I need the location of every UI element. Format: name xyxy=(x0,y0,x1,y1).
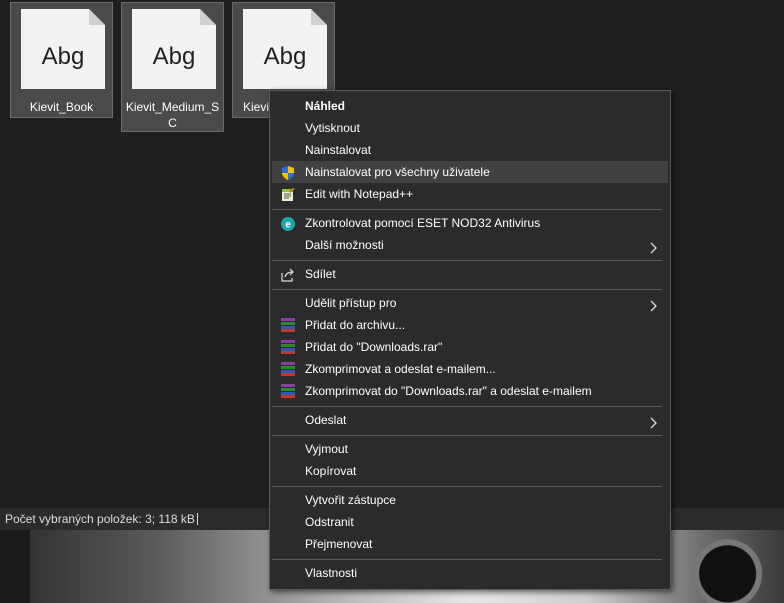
file-name: Kievit_Book xyxy=(29,100,94,114)
context-menu: Náhled Vytisknout Nainstalovat Nainstalo… xyxy=(269,90,671,590)
menu-item-create-shortcut[interactable]: Vytvořit zástupce xyxy=(272,489,668,511)
status-separator xyxy=(197,513,198,525)
notepadpp-icon xyxy=(281,187,295,201)
menu-item-label: Sdílet xyxy=(305,267,336,281)
menu-separator xyxy=(272,406,662,407)
menu-item-cut[interactable]: Vyjmout xyxy=(272,438,668,460)
menu-item-label: Edit with Notepad++ xyxy=(305,187,414,201)
menu-item-label: Odeslat xyxy=(305,413,347,427)
menu-item-label: Nainstalovat pro všechny uživatele xyxy=(305,165,490,179)
chevron-right-icon xyxy=(650,414,658,429)
menu-item-compress-and-email[interactable]: Zkomprimovat a odeslat e-mailem... xyxy=(272,358,668,380)
menu-item-label: Vytvořit zástupce xyxy=(305,493,396,507)
menu-item-label: Zkomprimovat do "Downloads.rar" a odesla… xyxy=(305,384,592,398)
menu-separator xyxy=(272,486,662,487)
chevron-right-icon xyxy=(650,297,658,312)
menu-item-label: Zkontrolovat pomocí ESET NOD32 Antivirus xyxy=(305,216,541,230)
font-file-thumbnail: Abg xyxy=(241,9,329,91)
menu-item-label: Nainstalovat xyxy=(305,143,372,157)
thumbnail-text: Abg xyxy=(152,43,196,70)
menu-item-compress-rar-and-email[interactable]: Zkomprimovat do "Downloads.rar" a odesla… xyxy=(272,380,668,402)
eset-icon: e xyxy=(281,216,295,231)
menu-separator xyxy=(272,559,662,560)
menu-item-rename[interactable]: Přejmenovat xyxy=(272,533,668,555)
file-name: Kievit_Medium_SC xyxy=(125,100,220,130)
menu-item-label: Přidat do "Downloads.rar" xyxy=(305,340,443,354)
menu-item-label: Udělit přístup pro xyxy=(305,296,397,310)
winrar-icon xyxy=(281,318,295,332)
menu-item-label: Přidat do archivu... xyxy=(305,318,406,332)
winrar-icon xyxy=(281,340,295,354)
svg-text:e: e xyxy=(285,220,291,231)
menu-item-install[interactable]: Nainstalovat xyxy=(272,139,668,161)
menu-item-give-access[interactable]: Udělit přístup pro xyxy=(272,292,668,314)
menu-item-preview[interactable]: Náhled xyxy=(272,95,668,117)
menu-item-add-to-downloads-rar[interactable]: Přidat do "Downloads.rar" xyxy=(272,336,668,358)
menu-item-copy[interactable]: Kopírovat xyxy=(272,460,668,482)
menu-item-properties[interactable]: Vlastnosti xyxy=(272,562,668,584)
winrar-icon xyxy=(281,362,295,376)
menu-item-eset-scan[interactable]: e Zkontrolovat pomocí ESET NOD32 Antivir… xyxy=(272,212,668,234)
menu-item-label: Další možnosti xyxy=(305,238,384,252)
font-file-thumbnail: Abg xyxy=(19,9,107,91)
menu-item-label: Vyjmout xyxy=(305,442,348,456)
winrar-icon xyxy=(281,384,295,398)
menu-item-label: Odstranit xyxy=(305,515,354,529)
menu-item-label: Přejmenovat xyxy=(305,537,373,551)
shield-icon xyxy=(281,165,295,180)
thumbnail-text: Abg xyxy=(41,43,85,70)
menu-item-label: Vlastnosti xyxy=(305,566,358,580)
menu-item-add-to-archive[interactable]: Přidat do archivu... xyxy=(272,314,668,336)
thumbnail-text: Abg xyxy=(263,43,307,70)
menu-item-label: Kopírovat xyxy=(305,464,357,478)
menu-separator xyxy=(272,289,662,290)
menu-item-install-all-users[interactable]: Nainstalovat pro všechny uživatele xyxy=(272,161,668,183)
photo-object xyxy=(690,530,784,603)
menu-separator xyxy=(272,209,662,210)
menu-item-edit-notepadpp[interactable]: Edit with Notepad++ xyxy=(272,183,668,205)
photo-shadow xyxy=(0,530,30,603)
font-file-thumbnail: Abg xyxy=(130,9,218,91)
file-item[interactable]: Abg Kievit_Book xyxy=(10,2,113,118)
menu-item-label: Vytisknout xyxy=(305,121,360,135)
share-icon xyxy=(281,267,295,282)
menu-item-delete[interactable]: Odstranit xyxy=(272,511,668,533)
menu-separator xyxy=(272,435,662,436)
menu-item-print[interactable]: Vytisknout xyxy=(272,117,668,139)
selection-status: Počet vybraných položek: 3; 118 kB xyxy=(5,512,195,526)
file-item[interactable]: Abg Kievit_Medium_SC xyxy=(121,2,224,132)
menu-separator xyxy=(272,260,662,261)
menu-item-send-to[interactable]: Odeslat xyxy=(272,409,668,431)
menu-item-label: Náhled xyxy=(305,99,346,113)
menu-item-share[interactable]: Sdílet xyxy=(272,263,668,285)
menu-item-label: Zkomprimovat a odeslat e-mailem... xyxy=(305,362,496,376)
chevron-right-icon xyxy=(650,239,658,254)
menu-item-more-options[interactable]: Další možnosti xyxy=(272,234,668,256)
